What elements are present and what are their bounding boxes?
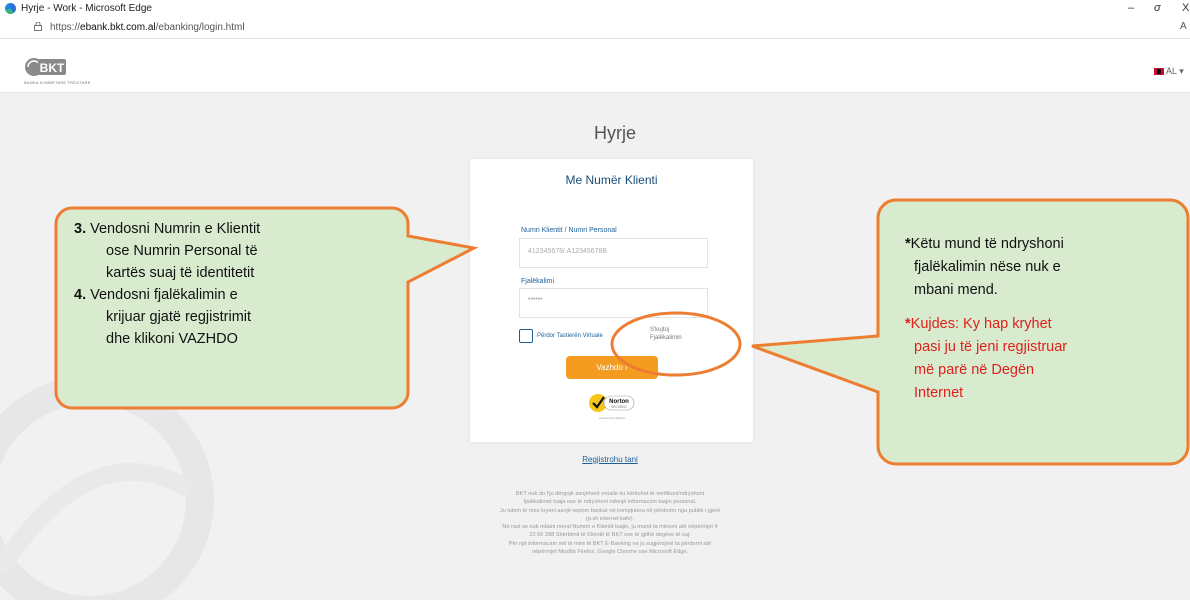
window-title: Hyrje - Work - Microsoft Edge: [21, 3, 152, 14]
site-header: BKT BANKA KOMBËTARE TREGTARE AL ▾: [0, 39, 1190, 93]
callout-left-text: 3. Vendosni Numrin e Klientit ose Numrin…: [74, 221, 261, 347]
chevron-down-icon: ▾: [1179, 66, 1184, 76]
footer-notice: BKT nuk do t'ju dërgojë asnjëherë emaile…: [499, 491, 721, 556]
client-number-input[interactable]: 412345678/ A12345678B: [519, 238, 708, 268]
close-button[interactable]: X: [1182, 2, 1189, 14]
bkt-logo-mark: BKT: [25, 58, 66, 76]
register-link[interactable]: Regjistrohu tani: [0, 455, 1190, 464]
svg-text:powered by digicert: powered by digicert: [599, 416, 625, 420]
lock-icon: [34, 22, 42, 31]
logo-subtitle: BANKA KOMBËTARE TREGTARE: [24, 80, 91, 85]
client-number-placeholder: 412345678/ A12345678B: [528, 248, 608, 255]
background-watermark: [0, 376, 214, 600]
virtual-keyboard-checkbox[interactable]: [519, 329, 533, 343]
minimize-button[interactable]: –: [1128, 2, 1134, 14]
url-text[interactable]: https://ebank.bkt.com.al/ebanking/login.…: [50, 22, 245, 33]
restore-button[interactable]: σ: [1154, 2, 1161, 14]
svg-text:SECURED: SECURED: [611, 405, 627, 409]
continue-button[interactable]: Vazhdo ›: [566, 356, 658, 379]
language-selector[interactable]: AL ▾: [1154, 66, 1184, 77]
read-aloud-button[interactable]: A: [1180, 21, 1187, 32]
card-title: Me Numër Klienti: [565, 173, 658, 187]
password-placeholder: ••••••: [528, 296, 543, 303]
password-label: Fjalëkalimi: [521, 278, 555, 285]
client-number-label: Numri Klientit / Numri Personal: [521, 227, 617, 234]
norton-secured-badge: Norton SECURED powered by digicert: [589, 394, 635, 420]
forgot-password-link[interactable]: S'kujtoj Fjalëkalimin: [650, 326, 682, 342]
virtual-keyboard-label[interactable]: Përdor Tastierën Virtuale: [537, 333, 603, 339]
logo-text: BKT: [40, 61, 65, 75]
login-card: Me Numër Klienti Numri Klientit / Numri …: [470, 159, 753, 442]
callout-right-text: *Këtu mund të ndryshoni fjalëkalimin nës…: [905, 236, 1068, 401]
edge-icon: [5, 3, 16, 14]
window-titlebar: Hyrje - Work - Microsoft Edge – σ X: [0, 0, 1190, 18]
password-input[interactable]: ••••••: [519, 288, 708, 318]
page-title: Hyrje: [593, 123, 636, 143]
address-bar[interactable]: https://ebank.bkt.com.al/ebanking/login.…: [0, 18, 1190, 39]
albania-flag-icon: [1154, 68, 1164, 76]
bkt-logo[interactable]: BKT BANKA KOMBËTARE TREGTARE: [24, 56, 90, 88]
